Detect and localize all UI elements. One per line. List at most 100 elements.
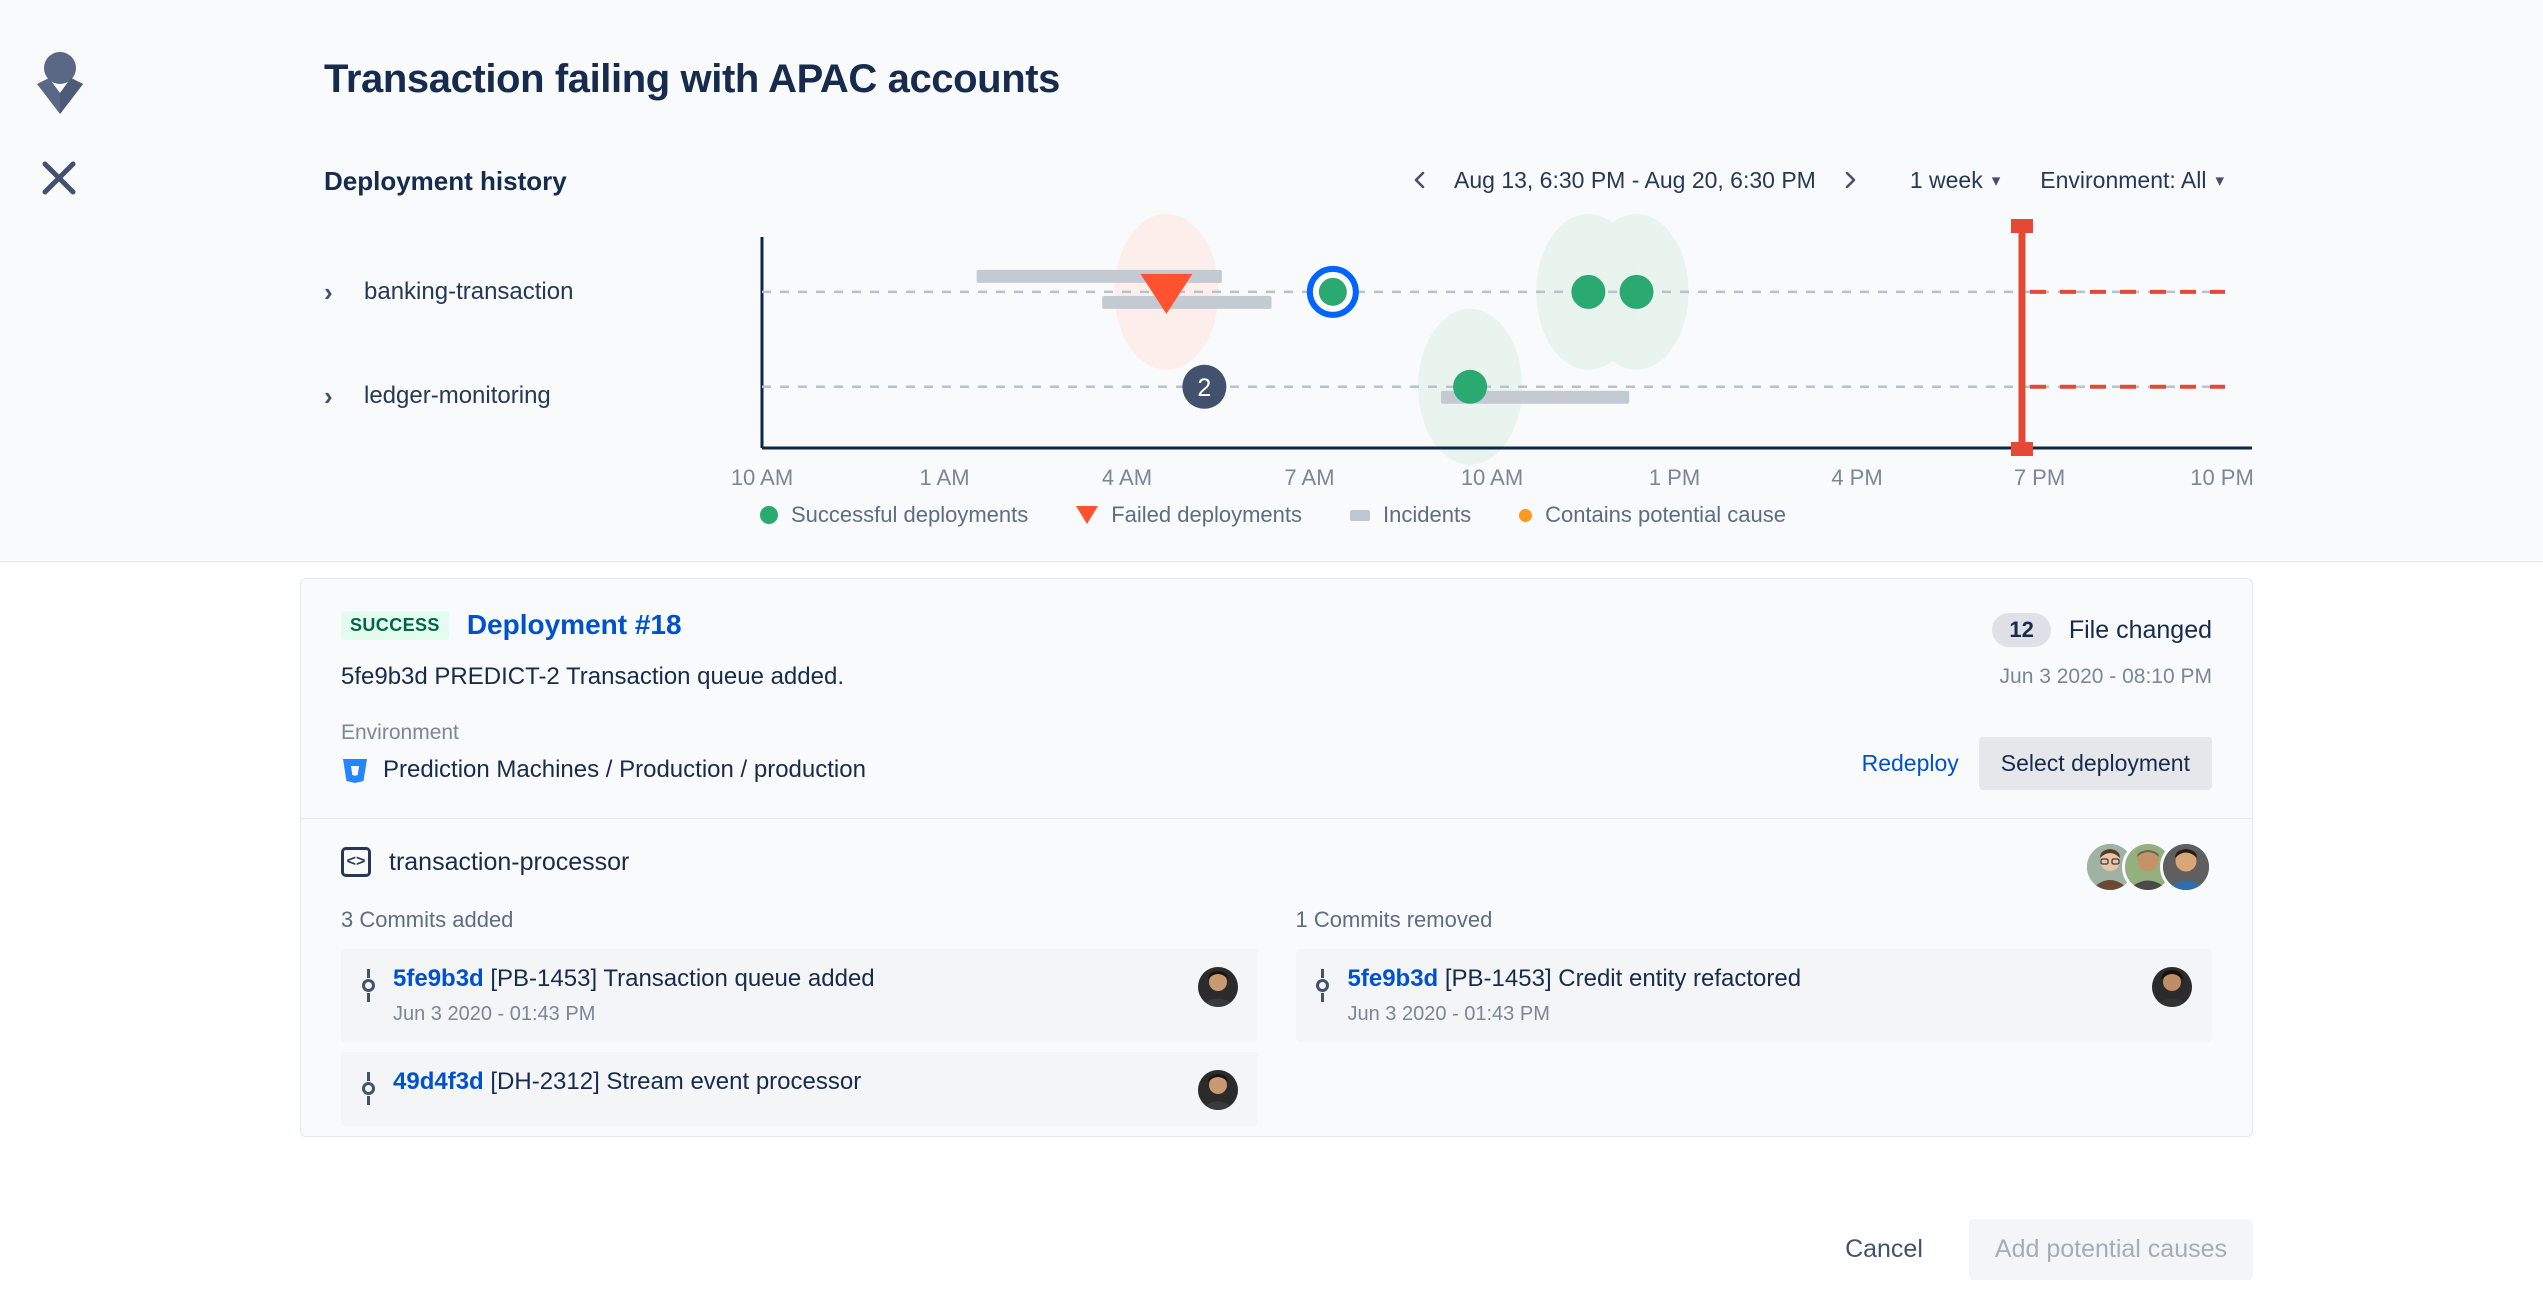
deployment-description: 5fe9b3d PREDICT-2 Transaction queue adde… <box>341 663 844 690</box>
commit-node-icon <box>1314 969 1332 1002</box>
timeline-controls: Aug 13, 6:30 PM - Aug 20, 6:30 PM 1 week… <box>1400 160 2224 200</box>
chart-x-tick-label: 7 AM <box>1284 465 1334 490</box>
incident-bar[interactable] <box>976 269 1222 283</box>
deployment-date: Jun 3 2020 - 08:10 PM <box>1999 665 2212 688</box>
commits-added-column: 3 Commits added 5fe9b3d [PB-1453] Transa… <box>341 907 1258 1136</box>
commit-title: 49d4f3d [DH-2312] Stream event processor <box>393 1068 861 1095</box>
files-changed-count: 12 <box>1992 613 2051 647</box>
data-point-halo <box>1584 213 1689 370</box>
repository-row: <> transaction-processor <box>341 847 2212 877</box>
chevron-down-icon: ▾ <box>2215 170 2225 190</box>
deployment-card-body: <> transaction-processor 3 Commits added… <box>301 819 2252 1136</box>
code-icon: <> <box>341 847 371 877</box>
files-changed-label: File changed <box>2068 615 2212 644</box>
chevron-left-icon[interactable] <box>1400 160 1440 200</box>
timeline-row-banking-transaction[interactable]: › banking-transaction <box>324 278 573 306</box>
chevron-right-icon[interactable] <box>1830 160 1870 200</box>
commit-message: [DH-2312] Stream event processor <box>490 1068 862 1095</box>
legend-item-failed: Failed deployments <box>1076 502 1302 528</box>
incident-bar[interactable] <box>1440 390 1630 404</box>
chevron-right-icon: › <box>324 277 333 307</box>
commit-sha[interactable]: 49d4f3d <box>393 1068 484 1095</box>
list-item[interactable]: 5fe9b3d [PB-1453] Credit entity refactor… <box>1295 949 2212 1042</box>
legend-item-potential-cause: Contains potential cause <box>1519 502 1786 528</box>
cancel-button[interactable]: Cancel <box>1823 1221 1945 1278</box>
successful-deployment-marker[interactable] <box>1571 274 1606 309</box>
avatar <box>1197 967 1238 1007</box>
commit-columns: 3 Commits added 5fe9b3d [PB-1453] Transa… <box>341 907 2212 1136</box>
grey-bar-icon <box>1350 509 1371 521</box>
deployment-detail-card: Success Deployment #18 5fe9b3d PREDICT-2… <box>300 578 2253 1137</box>
data-point-halo <box>1536 213 1641 370</box>
successful-deployment-marker[interactable] <box>1619 274 1654 309</box>
list-item[interactable]: 5fe9b3d [PB-1453] Transaction queue adde… <box>341 949 1258 1042</box>
timeline-row-label: banking-transaction <box>364 278 574 305</box>
avatar <box>2152 967 2192 1007</box>
chart-x-tick-label: 7 PM <box>2014 465 2065 490</box>
commit-message: [PB-1453] Transaction queue added <box>490 965 875 992</box>
data-point-halo <box>1418 308 1523 465</box>
redeploy-link[interactable]: Redeploy <box>1862 750 1959 777</box>
files-changed-row: 12 File changed <box>1992 613 2212 647</box>
commit-date: Jun 3 2020 - 01:43 PM <box>393 1003 596 1025</box>
commit-title: 5fe9b3d [PB-1453] Credit entity refactor… <box>1348 965 1802 992</box>
legend-label: Failed deployments <box>1111 502 1303 527</box>
chart-legend: Successful deployments Failed deployment… <box>760 502 1834 528</box>
deployment-status-line: Success Deployment #18 <box>341 609 2212 641</box>
commit-node-icon <box>359 969 377 1002</box>
period-dropdown[interactable]: 1 week ▾ <box>1910 167 2000 194</box>
commit-node-icon <box>359 1072 377 1105</box>
chevron-down-icon: ▾ <box>1991 170 2001 190</box>
data-point-halo <box>1114 213 1219 370</box>
chart-x-tick-label: 10 AM <box>1461 465 1523 490</box>
legend-label: Incidents <box>1383 502 1472 527</box>
chart-x-tick-label: 4 PM <box>1831 465 1882 490</box>
incident-bar[interactable] <box>1102 295 1272 309</box>
commits-removed-title: 1 Commits removed <box>1295 907 1493 932</box>
chevron-right-icon: › <box>324 381 333 411</box>
bitbucket-icon <box>341 756 369 784</box>
environment-dropdown-label: Environment: All <box>2040 166 2207 193</box>
period-dropdown-label: 1 week <box>1909 166 1983 193</box>
repository-name: transaction-processor <box>389 847 630 876</box>
selected-ring-inner <box>1315 274 1350 309</box>
left-rail <box>0 0 180 562</box>
deployment-title-link[interactable]: Deployment #18 <box>467 609 682 641</box>
selected-ring <box>1306 265 1359 318</box>
cluster-badge-label: 2 <box>1197 374 1211 402</box>
date-range-label: Aug 13, 6:30 PM - Aug 20, 6:30 PM <box>1454 166 1816 193</box>
avatar <box>2160 841 2212 893</box>
legend-item-incidents: Incidents <box>1350 502 1471 528</box>
commits-added-title: 3 Commits added <box>341 907 514 932</box>
timeline-row-ledger-monitoring[interactable]: › ledger-monitoring <box>324 382 551 410</box>
environment-dropdown[interactable]: Environment: All ▾ <box>2040 167 2224 194</box>
commits-removed-column: 1 Commits removed 5fe9b3d [PB-1453] Cred… <box>1295 907 2212 1136</box>
list-item[interactable]: 49d4f3d [DH-2312] Stream event processor <box>341 1052 1258 1126</box>
legend-label: Contains potential cause <box>1545 502 1787 527</box>
commit-sha[interactable]: 5fe9b3d <box>1348 965 1439 992</box>
failed-deployment-marker[interactable] <box>1140 273 1193 314</box>
chart-x-tick-label: 4 AM <box>1102 465 1152 490</box>
page-title: Transaction failing with APAC accounts <box>324 57 1061 101</box>
chart-x-tick-label: 10 PM <box>2190 465 2254 490</box>
select-deployment-button[interactable]: Select deployment <box>1978 737 2212 790</box>
footer-actions: Cancel Add potential causes <box>0 1189 2543 1309</box>
successful-deployment-marker[interactable] <box>1453 369 1488 404</box>
chart-x-tick-label: 1 AM <box>919 465 969 490</box>
timeline-marker-cap <box>2010 442 2033 456</box>
add-potential-causes-button[interactable]: Add potential causes <box>1968 1218 2253 1280</box>
cluster-badge[interactable] <box>1182 364 1227 409</box>
legend-item-successful: Successful deployments <box>760 502 1028 528</box>
avatar <box>1197 1070 1238 1110</box>
commit-sha[interactable]: 5fe9b3d <box>393 965 484 992</box>
green-circle-icon <box>760 506 778 524</box>
close-icon[interactable] <box>36 155 82 201</box>
commit-message: [PB-1453] Credit entity refactored <box>1444 965 1802 992</box>
red-triangle-icon <box>1076 506 1099 524</box>
deployment-actions: Redeploy Select deployment <box>1862 737 2212 790</box>
legend-label: Successful deployments <box>791 502 1029 527</box>
deployment-history-panel: Transaction failing with APAC accounts D… <box>0 0 2543 562</box>
deployment-card-header: Success Deployment #18 5fe9b3d PREDICT-2… <box>301 579 2252 819</box>
successful-deployment-marker[interactable] <box>1318 277 1347 306</box>
section-title: Deployment history <box>324 166 567 196</box>
